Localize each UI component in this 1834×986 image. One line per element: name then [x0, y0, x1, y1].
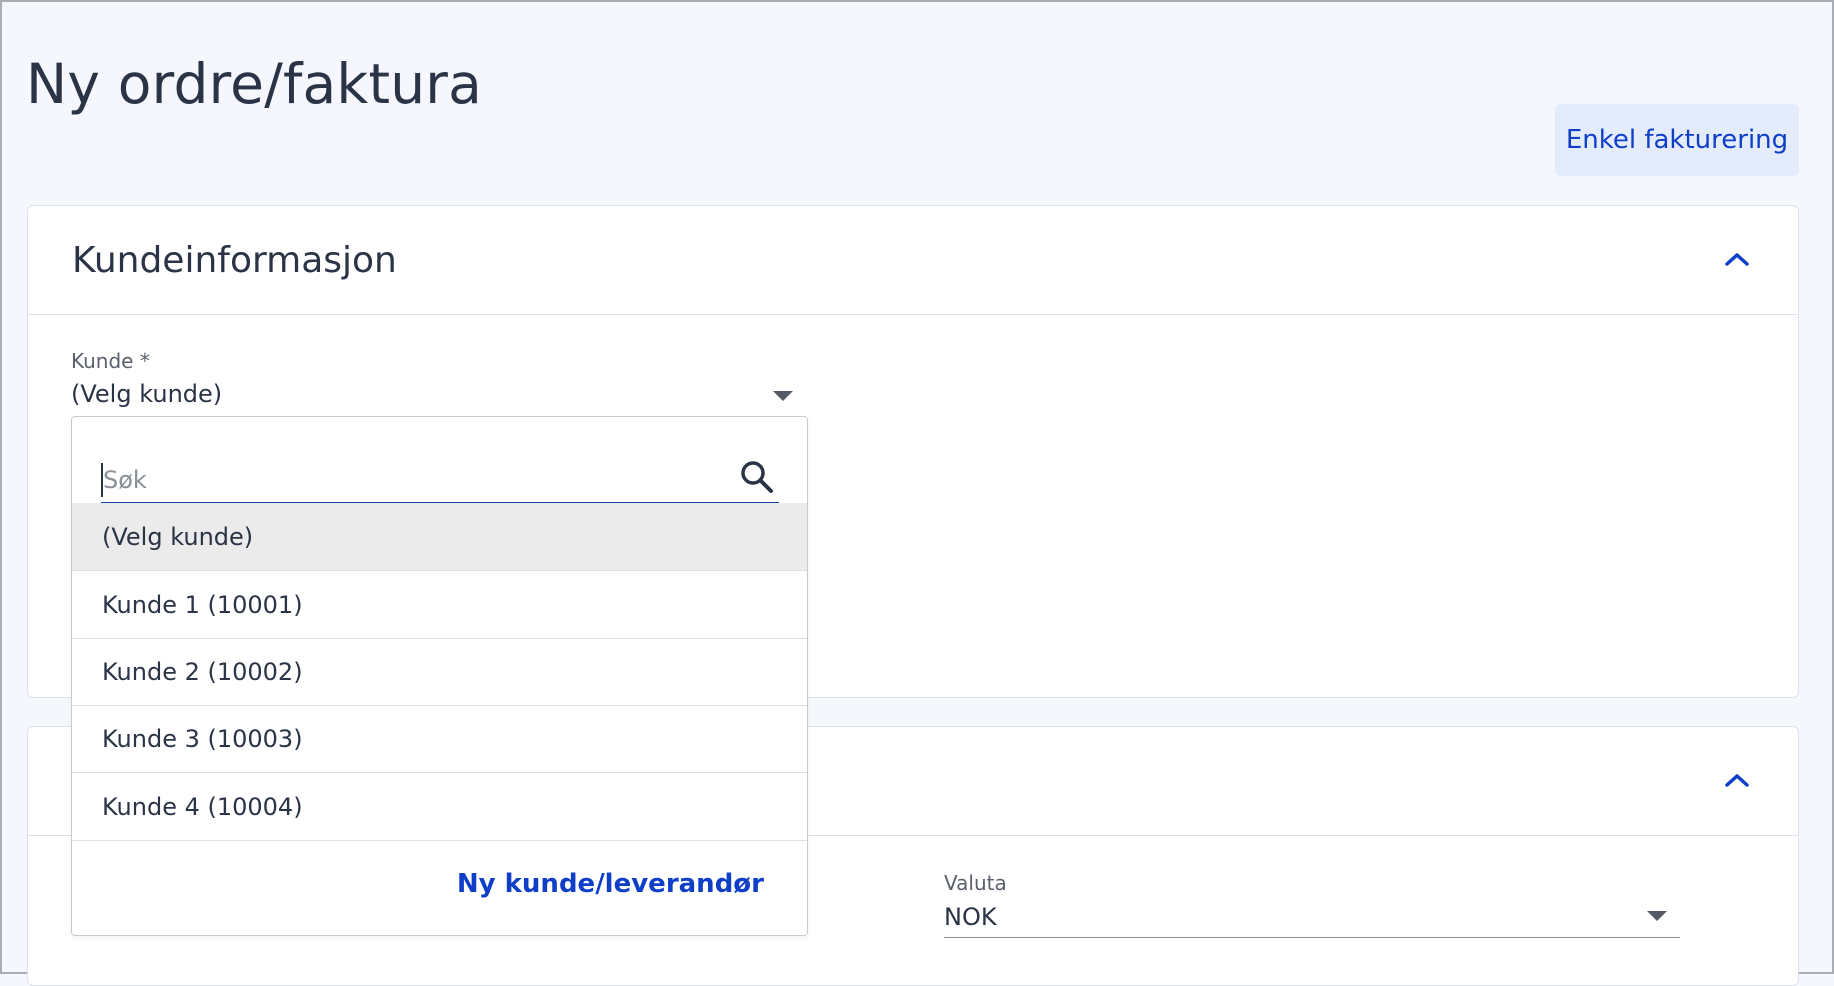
search-icon[interactable]: [739, 459, 775, 495]
dropdown-option[interactable]: (Velg kunde): [72, 503, 807, 571]
customer-dropdown: (Velg kunde) Kunde 1 (10001) Kunde 2 (10…: [71, 416, 808, 936]
dropdown-option[interactable]: Kunde 3 (10003): [72, 705, 807, 773]
page-title: Ny ordre/faktura: [26, 52, 483, 116]
currency-underline: [944, 937, 1680, 938]
caret-down-icon[interactable]: [773, 391, 793, 401]
dropdown-option[interactable]: Kunde 4 (10004): [72, 773, 807, 841]
currency-field-label: Valuta: [944, 871, 1007, 895]
new-customer-link[interactable]: Ny kunde/leverandør: [457, 869, 764, 899]
section-title: Kundeinformasjon: [72, 240, 397, 281]
dropdown-option[interactable]: Kunde 1 (10001): [72, 571, 807, 639]
simple-invoicing-button[interactable]: Enkel fakturering: [1555, 104, 1799, 176]
chevron-up-icon[interactable]: [1722, 244, 1752, 274]
dropdown-option[interactable]: Kunde 2 (10002): [72, 638, 807, 706]
caret-down-icon[interactable]: [1647, 911, 1667, 921]
chevron-up-icon[interactable]: [1722, 765, 1752, 795]
search-input[interactable]: [101, 463, 711, 497]
customer-select[interactable]: (Velg kunde): [71, 380, 222, 408]
currency-select[interactable]: NOK: [944, 903, 997, 931]
customer-field-label: Kunde *: [71, 349, 150, 373]
search-field: [101, 449, 779, 505]
app-window: Ny ordre/faktura Enkel fakturering Kunde…: [0, 0, 1834, 986]
customer-info-header[interactable]: Kundeinformasjon: [28, 206, 1798, 315]
